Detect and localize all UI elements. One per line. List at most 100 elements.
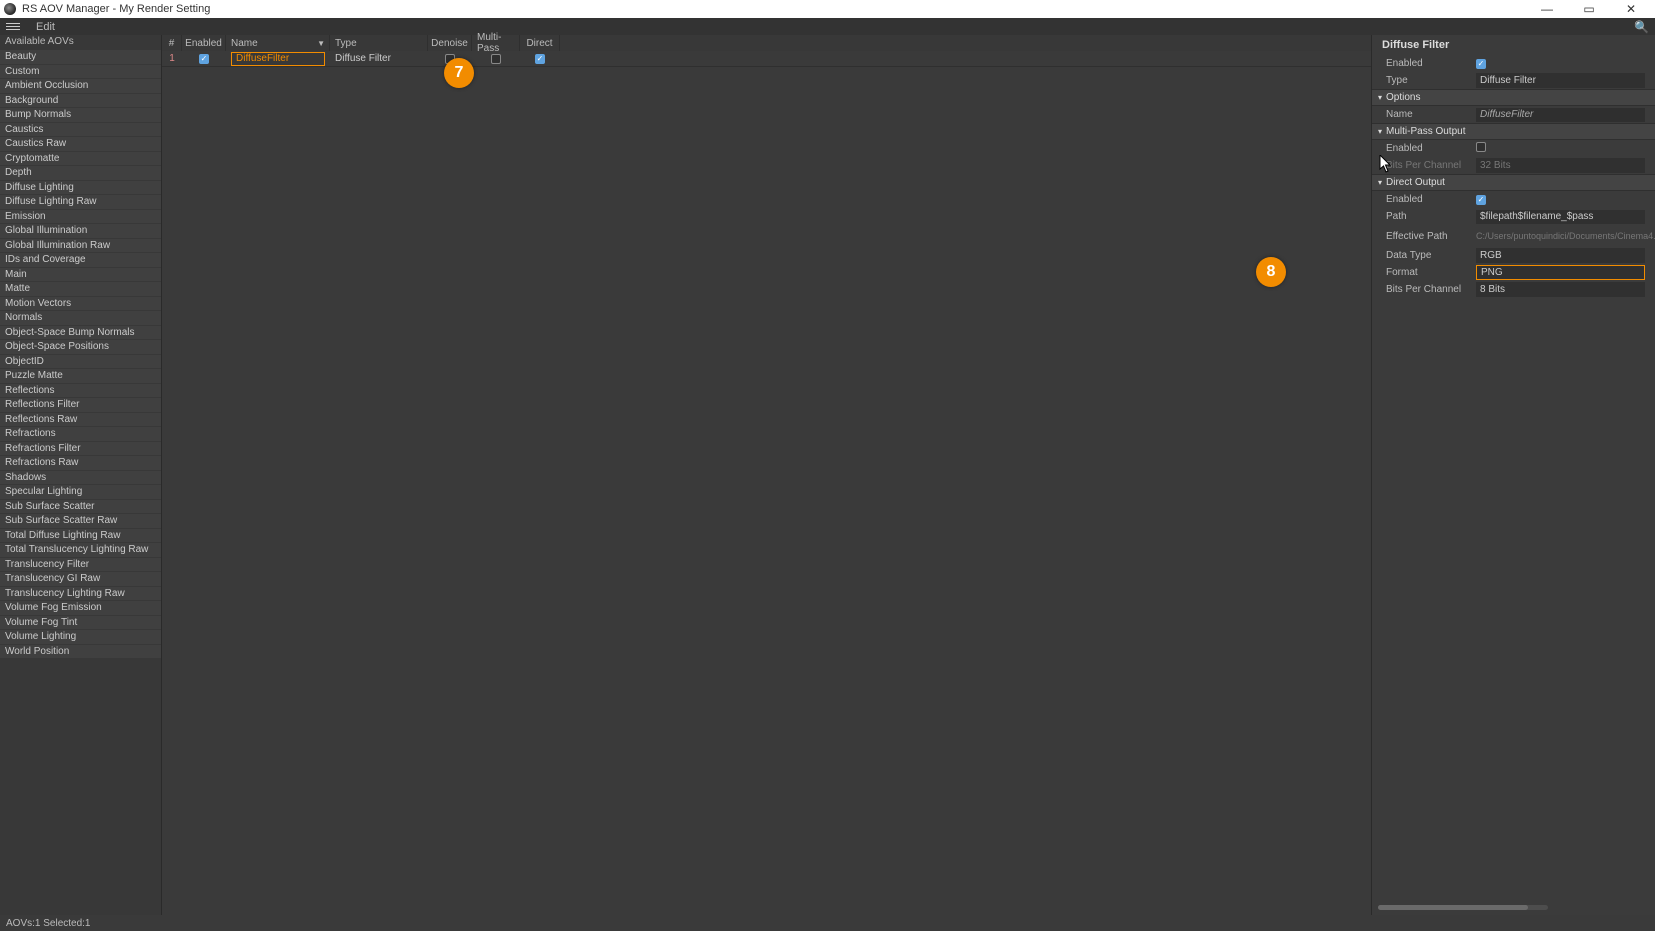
aov-item[interactable]: Cryptomatte	[0, 152, 161, 167]
aov-item[interactable]: Reflections Raw	[0, 413, 161, 428]
col-denoise[interactable]: Denoise	[428, 35, 472, 51]
table-header: # Enabled Name▼ Type Denoise Multi-Pass …	[162, 35, 1371, 51]
aov-item[interactable]: Puzzle Matte	[0, 369, 161, 384]
aov-item[interactable]: Volume Fog Emission	[0, 601, 161, 616]
row-name-input[interactable]: DiffuseFilter	[231, 52, 325, 66]
aov-item[interactable]: Reflections	[0, 384, 161, 399]
aov-item[interactable]: Translucency Filter	[0, 558, 161, 573]
mp-enabled-checkbox[interactable]	[1476, 142, 1486, 152]
aov-item[interactable]: ObjectID	[0, 355, 161, 370]
aov-item[interactable]: Motion Vectors	[0, 297, 161, 312]
properties-panel: Diffuse Filter Enabled Type Diffuse Filt…	[1371, 35, 1655, 915]
prop-enabled-label: Enabled	[1372, 58, 1476, 69]
aov-item[interactable]: Caustics Raw	[0, 137, 161, 152]
col-type[interactable]: Type	[330, 35, 428, 51]
aov-item[interactable]: Object-Space Positions	[0, 340, 161, 355]
col-name-label: Name	[231, 38, 258, 49]
aov-item[interactable]: Diffuse Lighting	[0, 181, 161, 196]
do-bpc-dropdown[interactable]: 8 Bits	[1476, 282, 1645, 297]
aov-item[interactable]: Custom	[0, 65, 161, 80]
aov-item[interactable]: Bump Normals	[0, 108, 161, 123]
col-enabled[interactable]: Enabled	[182, 35, 226, 51]
aov-item[interactable]: Emission	[0, 210, 161, 225]
aov-item[interactable]: IDs and Coverage	[0, 253, 161, 268]
aov-item[interactable]: Global Illumination	[0, 224, 161, 239]
prop-enabled-checkbox[interactable]	[1476, 59, 1486, 69]
status-bar: AOVs:1 Selected:1	[0, 915, 1655, 931]
horizontal-scrollbar[interactable]	[1378, 905, 1548, 910]
do-path-input[interactable]: $filepath$filename_$pass	[1476, 210, 1645, 224]
aov-item[interactable]: Specular Lighting	[0, 485, 161, 500]
aov-item[interactable]: Ambient Occlusion	[0, 79, 161, 94]
hamburger-icon[interactable]	[6, 23, 20, 30]
aov-item[interactable]: Volume Fog Tint	[0, 616, 161, 631]
do-datatype-dropdown[interactable]: RGB	[1476, 248, 1645, 263]
aov-item[interactable]: Normals	[0, 311, 161, 326]
row-multipass-checkbox[interactable]	[491, 54, 501, 64]
col-name[interactable]: Name ▼	[226, 35, 330, 51]
aov-item[interactable]: Object-Space Bump Normals	[0, 326, 161, 341]
aov-item[interactable]: Reflections Filter	[0, 398, 161, 413]
aov-item[interactable]: Beauty	[0, 50, 161, 65]
aov-item[interactable]: World Position	[0, 645, 161, 660]
available-aovs-panel: Available AOVs BeautyCustomAmbient Occlu…	[0, 35, 162, 915]
prop-name-input[interactable]: DiffuseFilter	[1476, 108, 1645, 122]
aov-item[interactable]: Translucency Lighting Raw	[0, 587, 161, 602]
aov-item[interactable]: Sub Surface Scatter	[0, 500, 161, 515]
window-title: RS AOV Manager - My Render Setting	[22, 3, 1535, 15]
aov-item[interactable]: Refractions Filter	[0, 442, 161, 457]
minimize-button[interactable]: —	[1535, 2, 1559, 16]
annotation-badge-8: 8	[1256, 257, 1286, 287]
aov-item[interactable]: Caustics	[0, 123, 161, 138]
titlebar: RS AOV Manager - My Render Setting — ▭ ✕	[0, 0, 1655, 18]
aov-item[interactable]: Matte	[0, 282, 161, 297]
close-button[interactable]: ✕	[1619, 2, 1643, 16]
sort-indicator-icon: ▼	[317, 39, 325, 48]
table-row[interactable]: 1 DiffuseFilter Diffuse Filter	[162, 51, 1371, 67]
row-enabled-checkbox[interactable]	[199, 54, 209, 64]
section-options[interactable]: ▾ Options	[1372, 89, 1655, 106]
do-bpc-label: Bits Per Channel	[1372, 284, 1476, 295]
aov-item[interactable]: Total Translucency Lighting Raw	[0, 543, 161, 558]
do-effpath-value: C:/Users/puntoquindici/Documents/Cinema4…	[1476, 231, 1655, 241]
mp-enabled-label: Enabled	[1372, 143, 1476, 154]
aov-item[interactable]: Sub Surface Scatter Raw	[0, 514, 161, 529]
aov-item[interactable]: Refractions	[0, 427, 161, 442]
content-area: Available AOVs BeautyCustomAmbient Occlu…	[0, 35, 1655, 915]
aov-item[interactable]: Main	[0, 268, 161, 283]
menubar: Edit 🔍	[0, 18, 1655, 35]
prop-type-dropdown[interactable]: Diffuse Filter	[1476, 73, 1645, 88]
col-multipass[interactable]: Multi-Pass	[472, 35, 520, 51]
aov-item[interactable]: Total Diffuse Lighting Raw	[0, 529, 161, 544]
col-direct[interactable]: Direct	[520, 35, 560, 51]
maximize-button[interactable]: ▭	[1577, 2, 1601, 16]
aov-item[interactable]: Translucency GI Raw	[0, 572, 161, 587]
aov-item[interactable]: Refractions Raw	[0, 456, 161, 471]
do-format-label: Format	[1372, 267, 1476, 278]
aov-item[interactable]: Global Illumination Raw	[0, 239, 161, 254]
aov-item[interactable]: Diffuse Lighting Raw	[0, 195, 161, 210]
section-options-label: Options	[1386, 92, 1420, 103]
menu-edit[interactable]: Edit	[30, 21, 61, 33]
section-direct[interactable]: ▾Direct Output	[1372, 174, 1655, 191]
row-index: 1	[162, 51, 182, 66]
do-format-dropdown[interactable]: PNG	[1476, 265, 1645, 280]
col-num[interactable]: #	[162, 35, 182, 51]
search-icon[interactable]: 🔍	[1634, 20, 1649, 34]
prop-type-label: Type	[1372, 75, 1476, 86]
row-name-cell: DiffuseFilter	[226, 51, 330, 66]
do-enabled-checkbox[interactable]	[1476, 195, 1486, 205]
section-multipass[interactable]: ▾Multi-Pass Output	[1372, 123, 1655, 140]
chevron-down-icon: ▾	[1378, 93, 1382, 102]
row-direct-checkbox[interactable]	[535, 54, 545, 64]
section-multipass-label: Multi-Pass Output	[1386, 126, 1465, 137]
row-type: Diffuse Filter	[330, 51, 428, 66]
mp-bpc-label: Bits Per Channel	[1372, 160, 1476, 171]
do-effpath-label: Effective Path	[1372, 231, 1476, 242]
do-datatype-label: Data Type	[1372, 250, 1476, 261]
aov-item[interactable]: Depth	[0, 166, 161, 181]
scrollbar-thumb[interactable]	[1378, 905, 1528, 910]
aov-item[interactable]: Background	[0, 94, 161, 109]
aov-item[interactable]: Volume Lighting	[0, 630, 161, 645]
aov-item[interactable]: Shadows	[0, 471, 161, 486]
